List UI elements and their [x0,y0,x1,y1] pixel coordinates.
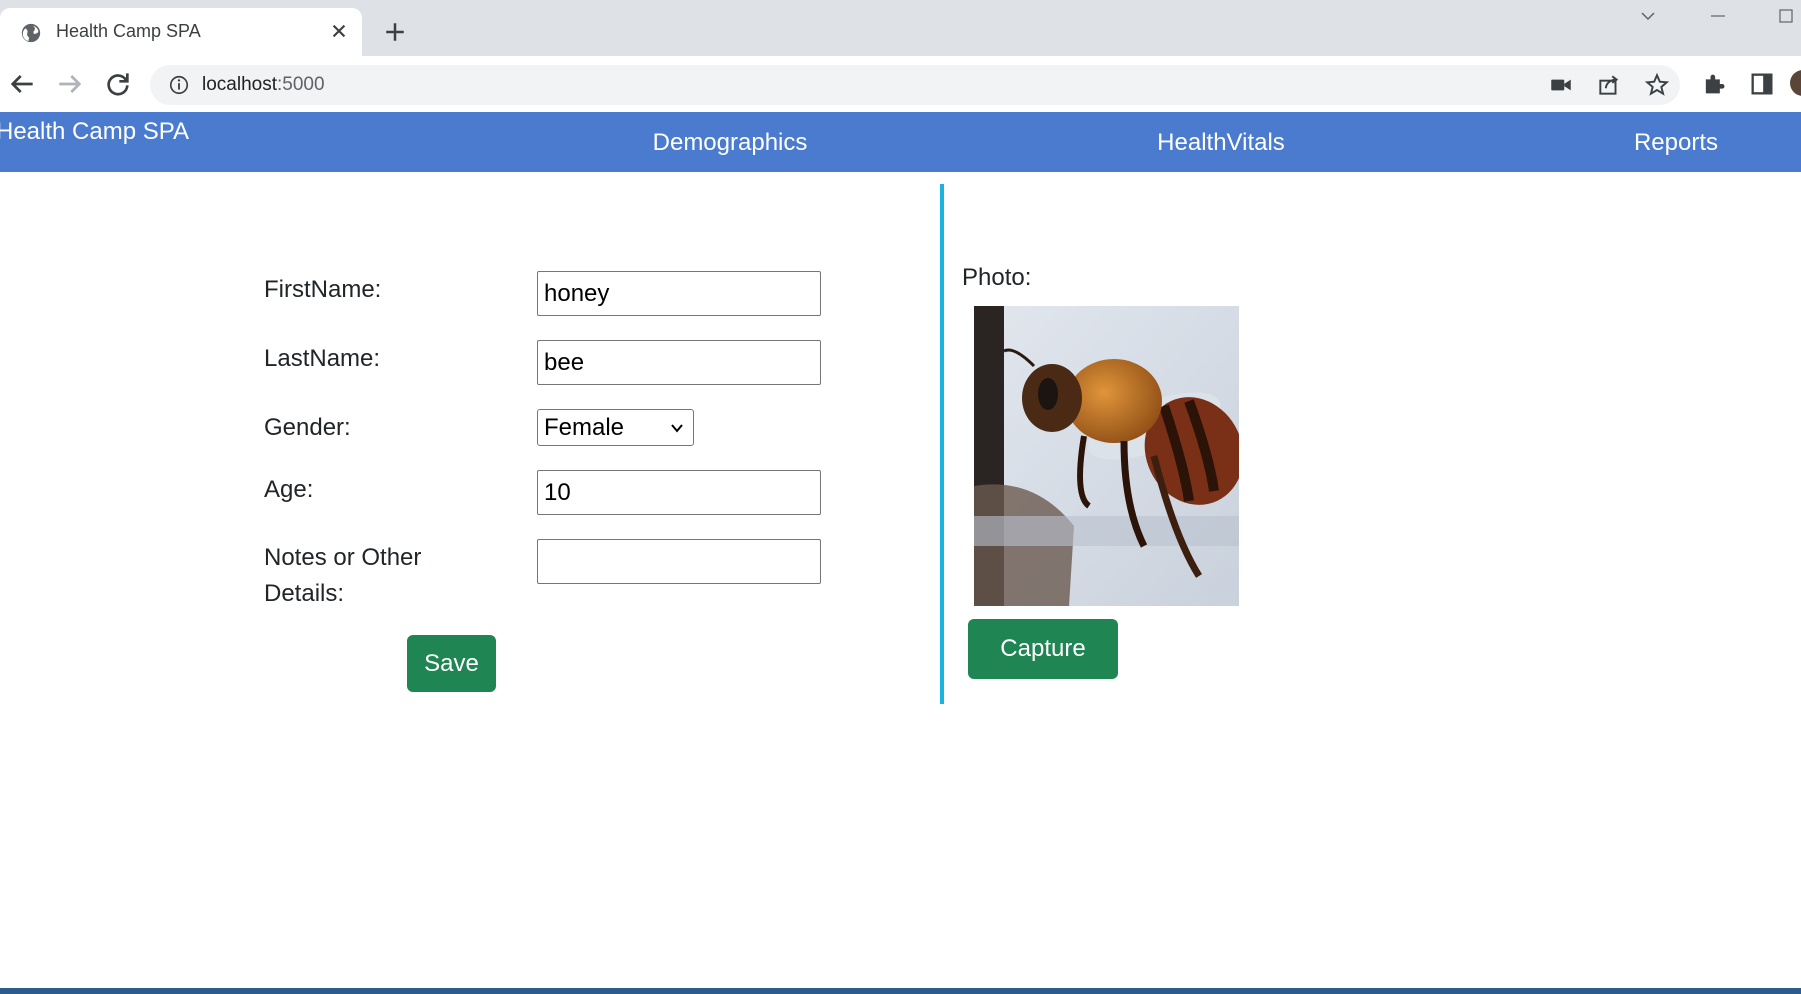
tab-search-chevron-icon[interactable] [1636,4,1660,28]
side-panel-icon[interactable] [1748,70,1776,98]
app-navbar: Health Camp SPA Demographics HealthVital… [0,112,1801,172]
nav-demographics[interactable]: Demographics [653,129,808,157]
close-icon[interactable] [326,18,352,44]
share-icon[interactable] [1596,72,1622,98]
save-button[interactable]: Save [407,635,496,692]
last-name-input[interactable] [537,340,821,385]
age-label: Age: [264,476,314,503]
notes-label: Notes or Other Details: [264,544,422,607]
nav-reports[interactable]: Reports [1634,129,1718,157]
tab-title: Health Camp SPA [56,21,201,41]
nav-healthvitals[interactable]: HealthVitals [1157,129,1285,157]
first-name-input[interactable] [537,271,821,316]
minimize-icon[interactable] [1706,4,1730,28]
new-tab-icon[interactable] [380,17,410,47]
url-text: localhost:5000 [202,74,325,95]
maximize-icon[interactable] [1774,4,1798,28]
browser-tabstrip: Health Camp SPA [0,0,1801,56]
reload-icon[interactable] [102,68,134,100]
notes-input[interactable] [537,539,821,584]
forward-icon[interactable] [54,68,86,100]
bookmark-star-icon[interactable] [1644,72,1670,98]
taskbar-strip [0,988,1801,994]
photo-label: Photo: [962,264,1032,291]
capture-button[interactable]: Capture [968,619,1118,679]
last-name-label: LastName: [264,345,381,372]
address-bar[interactable]: localhost:5000 [150,65,1680,105]
back-icon[interactable] [6,68,38,100]
age-input[interactable] [537,470,821,515]
bee-photo-image [974,306,1239,606]
info-icon[interactable] [168,74,190,96]
app-brand[interactable]: Health Camp SPA [0,118,189,146]
first-name-label: FirstName: [264,276,382,303]
browser-toolbar: localhost:5000 [0,56,1801,112]
gender-selected-value: Female [544,414,625,441]
column-divider [940,184,944,704]
camera-icon[interactable] [1548,72,1574,98]
gender-select[interactable]: Female [537,409,694,446]
chevron-down-icon [671,424,683,433]
extensions-puzzle-icon[interactable] [1700,70,1728,98]
gender-label: Gender: [264,414,351,441]
captured-photo [974,306,1239,606]
browser-tab[interactable]: Health Camp SPA [0,8,362,56]
globe-icon [21,23,41,43]
